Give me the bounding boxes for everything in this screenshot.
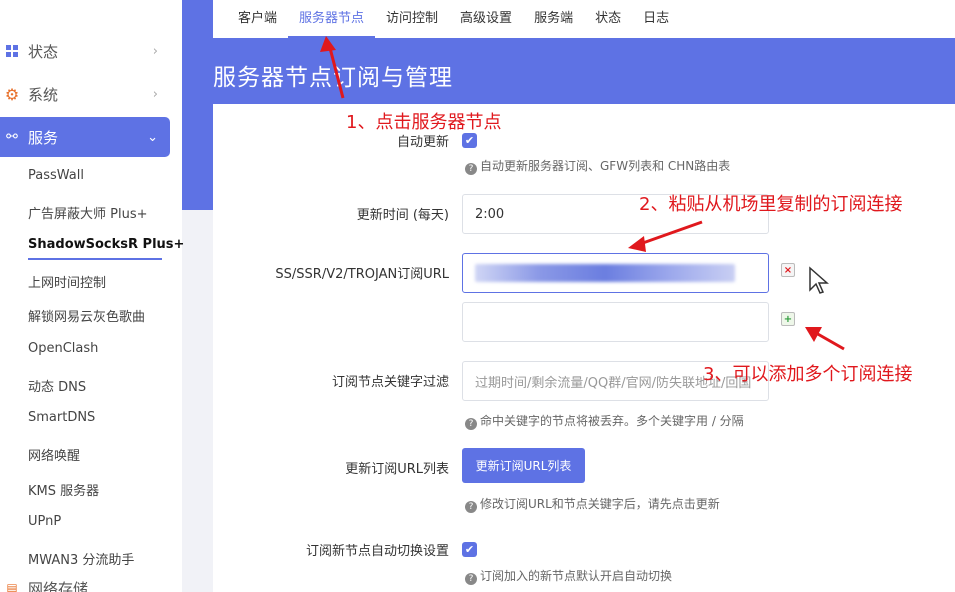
sidebar-item-system[interactable]: ⚙ 系统 › [0,74,170,114]
sidebar-item-label: 状态 [28,42,59,61]
auto-update-checkbox[interactable]: ✔ [462,133,477,148]
update-list-hint: ? 修改订阅URL和节点关键字后，请先点击更新 [465,495,720,513]
sidebar-item-label: 网络存储 [28,579,89,592]
sidebar-subitem-ssrplus[interactable]: ShadowSocksR Plus+ [28,237,184,252]
active-underline [28,258,162,260]
sidebar-item-nas[interactable]: ▤ 网络存储 [0,578,170,592]
tab-advanced[interactable]: 高级设置 [449,0,523,38]
check-icon: ✔ [464,543,475,556]
page-title: 服务器节点订阅与管理 [213,65,453,91]
sidebar-subitem-passwall[interactable]: PassWall [28,168,84,183]
sidebar-subitem-ddns[interactable]: 动态 DNS [28,376,86,395]
sidebar: 状态 › ⚙ 系统 › ⚯ 服务 ⌄ PassWall 广告屏蔽大师 Plus+… [0,0,184,592]
tab-server-nodes[interactable]: 服务器节点 [288,0,376,38]
sub-url-input-2[interactable] [462,302,769,342]
tab-log[interactable]: 日志 [632,0,680,38]
sidebar-subitem-mwan3[interactable]: MWAN3 分流助手 [28,549,134,568]
sidebar-item-label: 服务 [28,128,59,147]
help-icon: ? [465,163,477,175]
keyword-filter-hint: ? 命中关键字的节点将被丢弃。多个关键字用 / 分隔 [465,412,744,430]
settings-panel [213,104,955,592]
sidebar-subitem-upnp[interactable]: UPnP [28,514,61,529]
storage-icon: ▤ [6,581,18,592]
tab-bar: 客户端 服务器节点 访问控制 高级设置 服务端 状态 日志 [213,0,955,38]
sidebar-item-label: 系统 [28,85,59,104]
chevron-right-icon: › [152,86,158,102]
grid-icon [2,45,22,57]
chevron-right-icon: › [152,43,158,59]
sidebar-subitem-smartdns[interactable]: SmartDNS [28,410,95,425]
check-icon: ✔ [464,134,475,147]
tab-client[interactable]: 客户端 [227,0,288,38]
sidebar-item-status[interactable]: 状态 › [0,31,170,71]
auto-update-hint: ? 自动更新服务器订阅、GFW列表和 CHN路由表 [465,157,730,175]
sidebar-subitem-kms[interactable]: KMS 服务器 [28,480,99,499]
help-icon: ? [465,573,477,585]
auto-switch-label: 订阅新节点自动切换设置 [305,544,449,559]
add-icon[interactable]: + [781,312,795,326]
help-icon: ? [465,501,477,513]
sidebar-subitem-unblockmusic[interactable]: 解锁网易云灰色歌曲 [28,306,145,325]
update-time-label: 更新时间 (每天) [356,208,449,223]
remove-icon[interactable]: × [781,263,795,277]
help-icon: ? [465,418,477,430]
chevron-down-icon: ⌄ [147,129,158,145]
annotation-step3: 3、可以添加多个订阅连接 [703,364,913,385]
sidebar-subitem-timecontrol[interactable]: 上网时间控制 [28,272,106,291]
blurred-url [475,264,735,282]
gear-icon: ⚙ [4,84,20,104]
update-list-label: 更新订阅URL列表 [345,462,449,477]
tab-status[interactable]: 状态 [584,0,632,38]
auto-switch-hint: ? 订阅加入的新节点默认开启自动切换 [465,567,672,585]
tab-access-control[interactable]: 访问控制 [375,0,449,38]
sidebar-subitem-wol[interactable]: 网络唤醒 [28,445,80,464]
keyword-filter-label: 订阅节点关键字过滤 [331,375,449,390]
sub-url-input[interactable] [462,253,769,293]
link-icon: ⚯ [6,129,18,145]
auto-switch-checkbox[interactable]: ✔ [462,542,477,557]
sidebar-subitem-openclash[interactable]: OpenClash [28,341,98,356]
annotation-step1: 1、点击服务器节点 [346,112,502,133]
sub-url-label: SS/SSR/V2/TROJAN订阅URL [275,267,449,282]
update-list-button[interactable]: 更新订阅URL列表 [462,448,585,483]
tab-server[interactable]: 服务端 [523,0,584,38]
annotation-step2: 2、粘贴从机场里复制的订阅连接 [639,194,903,215]
mouse-cursor-icon [809,266,829,294]
sidebar-subitem-adblock[interactable]: 广告屏蔽大师 Plus+ [28,203,148,222]
sidebar-item-services[interactable]: ⚯ 服务 ⌄ [0,117,170,157]
